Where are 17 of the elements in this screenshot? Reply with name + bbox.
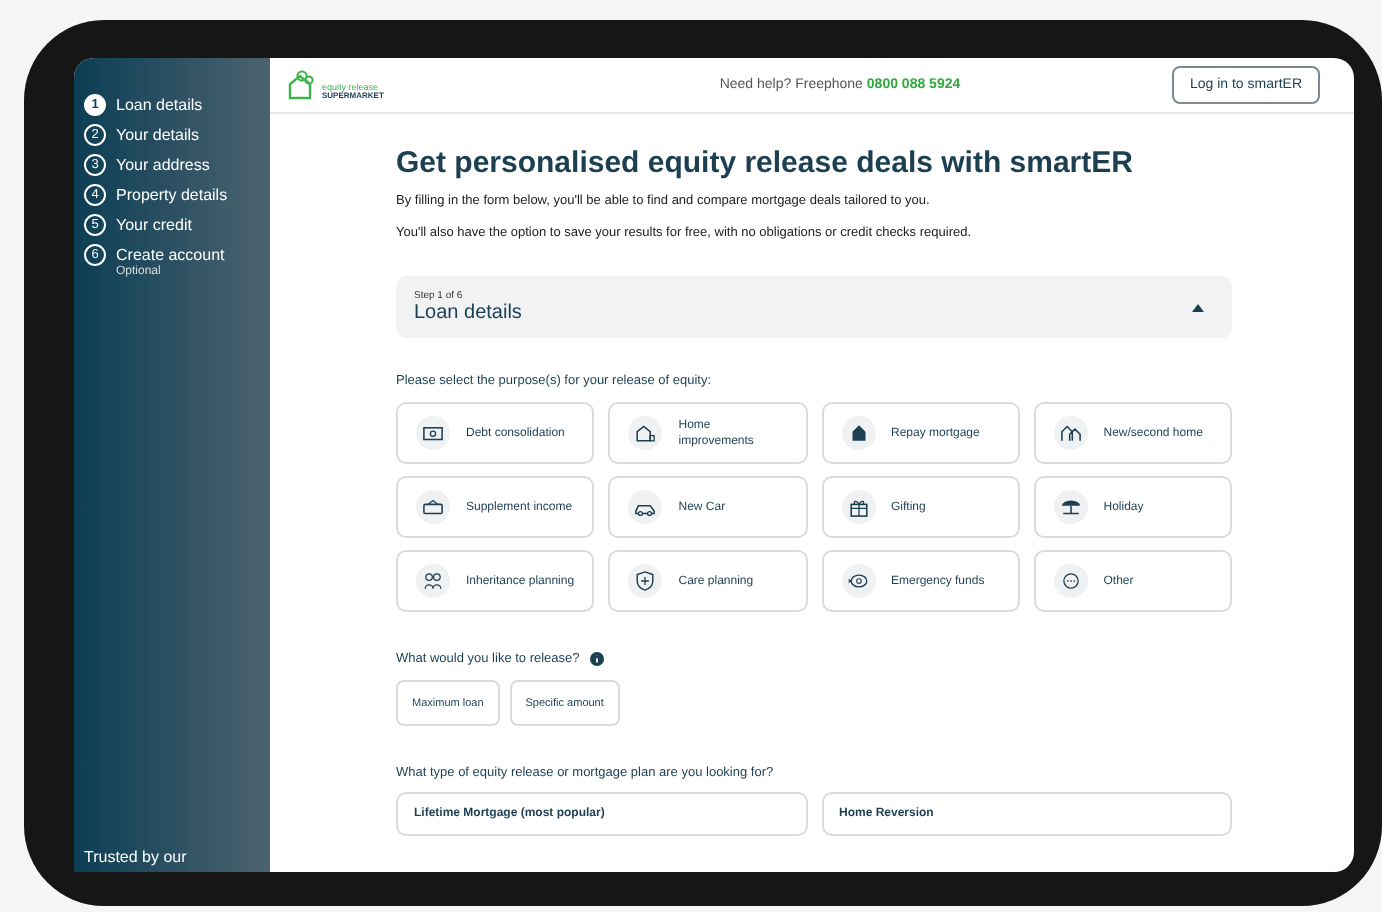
house-icon bbox=[632, 420, 659, 446]
step-label[interactable]: Your address bbox=[116, 154, 210, 176]
caret-icon[interactable] bbox=[1192, 303, 1204, 311]
footer-text: Trusted by our bbox=[84, 848, 189, 866]
shield-plus-icon bbox=[632, 568, 659, 594]
info-icon[interactable] bbox=[589, 652, 604, 666]
step-title: Loan details bbox=[414, 302, 522, 324]
cash-icon bbox=[420, 494, 446, 520]
step-label[interactable]: Your credit bbox=[116, 214, 192, 236]
step-label[interactable]: Create account bbox=[116, 244, 225, 266]
houses-icon bbox=[1057, 420, 1084, 446]
step-label[interactable]: Your details bbox=[116, 124, 200, 146]
step-label[interactable]: Property details bbox=[116, 184, 228, 206]
page-title: Get personalised equity release deals with smartER bbox=[396, 146, 1135, 180]
step-label[interactable]: Loan details bbox=[116, 94, 203, 116]
people-icon bbox=[420, 568, 446, 594]
ellipsis-icon bbox=[1057, 568, 1084, 594]
